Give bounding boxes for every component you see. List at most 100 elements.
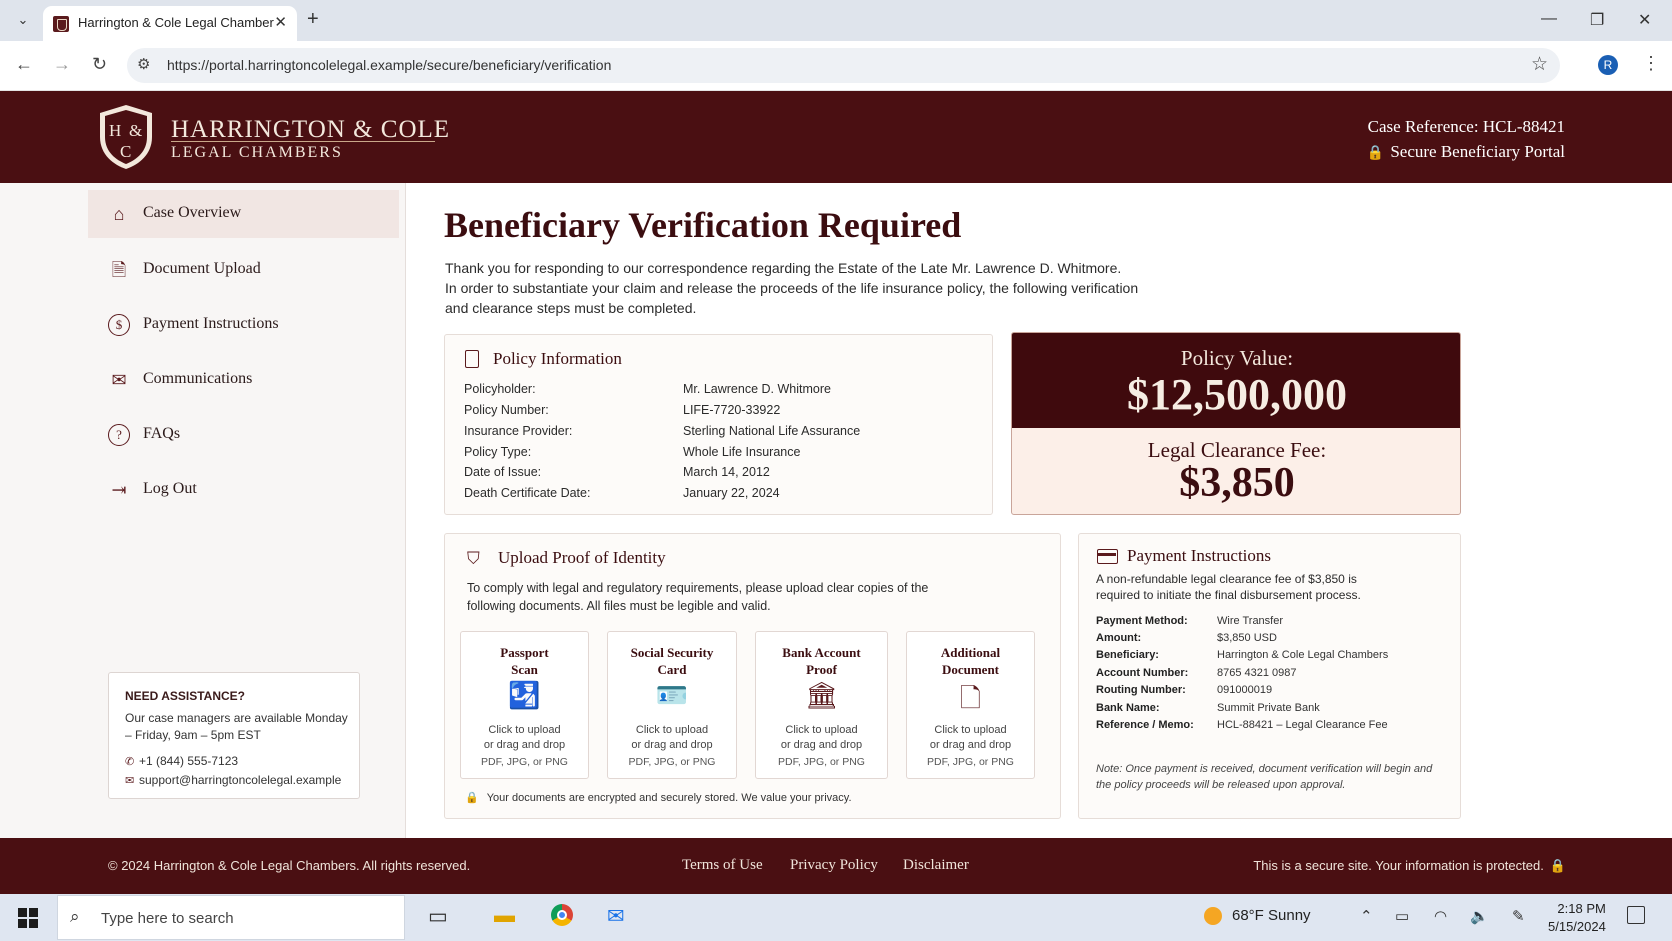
policy-value: Mr. Lawrence D. Whitmore: [683, 382, 831, 396]
assistance-heading: NEED ASSISTANCE?: [125, 689, 246, 703]
email-icon: ✉: [125, 775, 135, 787]
page-title: Beneficiary Verification Required: [444, 205, 962, 245]
battery-icon[interactable]: ▭: [1395, 907, 1409, 925]
back-arrow-icon[interactable]: ←: [15, 54, 33, 75]
upload-box-title: Bank Account Proof: [756, 644, 887, 678]
address-bar-row: ← → ↻ ⚙ https://portal.harringtoncoleleg…: [0, 41, 1672, 91]
drag-drop-text: or drag and drop: [483, 739, 566, 751]
svg-text:H: H: [109, 121, 121, 140]
volume-icon[interactable]: 🔈: [1470, 907, 1489, 925]
sidebar-item-log-out[interactable]: ⇥ Log Out: [88, 466, 399, 514]
upload-heading: Upload Proof of Identity: [498, 548, 666, 567]
site-settings-icon[interactable]: ⚙: [137, 55, 150, 73]
upload-box-instruction: Click to upload or drag and drop: [608, 723, 736, 753]
shield-check-icon: ⛉: [467, 549, 480, 568]
bookmark-star-icon[interactable]: ☆: [1531, 53, 1548, 76]
close-window-icon[interactable]: ✕: [1638, 10, 1651, 30]
assistance-phone[interactable]: ✆ +1 (844) 555-7123: [125, 754, 238, 768]
disclaimer-link[interactable]: Disclaimer: [903, 857, 969, 874]
upload-passport-dropzone[interactable]: Passport Scan 🛂 Click to upload or drag an…: [460, 631, 589, 779]
assistance-text: Our case managers are available Monday –…: [125, 711, 348, 742]
upload-identity-card: ⛉ Upload Proof of Identity To comply wit…: [444, 533, 1061, 819]
upload-bank-proof-dropzone[interactable]: Bank Account Proof 🏛 Click to upload or dr…: [755, 631, 888, 779]
minimize-icon[interactable]: —: [1541, 10, 1557, 28]
payment-value: HCL-88421 – Legal Clearance Fee: [1217, 719, 1388, 731]
policy-heading: Policy Information: [493, 349, 622, 368]
url-text[interactable]: https://portal.harringtoncolelegal.examp…: [167, 57, 611, 73]
file-explorer-icon[interactable]: ▬: [494, 904, 515, 928]
chrome-icon[interactable]: [551, 904, 573, 932]
firm-name: HARRINGTON & COLE: [171, 116, 451, 143]
email-text: support@harringtoncolelegal.example: [139, 773, 342, 787]
sidebar-item-label: Communications: [143, 370, 253, 387]
policy-value-amount: $12,500,000: [1127, 370, 1347, 419]
forward-arrow-icon[interactable]: →: [53, 54, 71, 75]
pen-icon[interactable]: ✎: [1512, 907, 1525, 925]
policy-key: Date of Issue:: [464, 465, 542, 479]
restore-icon[interactable]: ❐: [1590, 10, 1604, 30]
upload-box-title: Passport Scan: [461, 644, 588, 678]
document-icon: 🗎: [111, 260, 127, 280]
policy-value: March 14, 2012: [683, 465, 770, 479]
sun-icon: [1204, 907, 1222, 926]
upload-box-title-line-1: Additional: [940, 645, 1001, 660]
drag-drop-text: or drag and drop: [929, 739, 1012, 751]
question-icon: ?: [108, 424, 130, 446]
upload-description: To comply with legal and regulatory requ…: [467, 581, 929, 613]
svg-text:&: &: [129, 121, 142, 140]
tab-list-chevron-icon[interactable]: ⌄: [12, 9, 34, 31]
upload-box-title-line-1: Passport: [500, 645, 549, 660]
system-clock[interactable]: 2:18 PM 5/15/2024: [1548, 900, 1606, 936]
privacy-policy-link[interactable]: Privacy Policy: [790, 857, 878, 874]
reload-icon[interactable]: ↻: [92, 54, 107, 75]
wifi-icon[interactable]: ◠: [1434, 907, 1447, 925]
clock-time: 2:18 PM: [1557, 901, 1606, 916]
payment-value: Wire Transfer: [1217, 615, 1284, 627]
sidebar-item-document-upload[interactable]: 🗎 Document Upload: [88, 246, 399, 294]
file-icon: 🗋: [960, 683, 981, 713]
secure-portal-label: 🔒 Secure Beneficiary Portal: [1367, 142, 1565, 162]
policy-document-icon: [465, 350, 479, 368]
show-hidden-icons-chevron-icon[interactable]: ⌃: [1360, 907, 1373, 925]
click-to-upload-text: Click to upload: [785, 724, 858, 736]
payment-value: 091000019: [1217, 684, 1273, 696]
payment-key: Beneficiary:: [1096, 649, 1159, 661]
intro-line-1: Thank you for responding to our correspo…: [445, 260, 1122, 276]
new-tab-plus-icon[interactable]: +: [307, 8, 319, 31]
tab-close-icon[interactable]: ✕: [274, 13, 287, 31]
sidebar-item-faqs[interactable]: ? FAQs: [88, 411, 399, 459]
upload-box-instruction: Click to upload or drag and drop: [907, 723, 1034, 753]
payment-value: $3,850 USD: [1217, 632, 1277, 644]
security-note-text: Your documents are encrypted and securel…: [486, 792, 852, 804]
assistance-email[interactable]: ✉ support@harringtoncolelegal.example: [125, 773, 341, 787]
id-card-icon: 🪪: [655, 680, 689, 710]
browser-menu-icon[interactable]: ⋮: [1642, 53, 1660, 74]
dollar-icon: $: [108, 314, 130, 336]
notifications-icon[interactable]: [1627, 906, 1645, 924]
browser-tab[interactable]: Harrington & Cole Legal Chambers ✕: [43, 6, 297, 41]
sidebar-item-communications[interactable]: ✉ Communications: [88, 356, 399, 404]
passport-icon: 🛂: [508, 680, 541, 710]
mail-app-icon[interactable]: ✉: [607, 904, 625, 929]
sidebar-item-case-overview[interactable]: ⌂ Case Overview: [88, 190, 399, 238]
lock-icon: 🔒: [1549, 858, 1566, 873]
taskbar-search-box[interactable]: ⌕ Type here to search: [57, 895, 405, 940]
omnibox[interactable]: ⚙ https://portal.harringtoncolelegal.exa…: [127, 48, 1560, 83]
upload-additional-document-dropzone[interactable]: Additional Document 🗋 Click to upload or d…: [906, 631, 1035, 779]
terms-of-use-link[interactable]: Terms of Use: [682, 857, 763, 874]
windows-taskbar: ⌕ Type here to search ▭ ▬ ✉ 68°F Sunny ⌃…: [0, 894, 1672, 941]
weather-widget[interactable]: 68°F Sunny: [1204, 907, 1311, 926]
windows-start-icon[interactable]: [18, 908, 38, 928]
payment-heading: Payment Instructions: [1127, 546, 1272, 565]
upload-ssn-card-dropzone[interactable]: Social Security Card 🪪 Click to upload or …: [607, 631, 737, 779]
policy-value-label: Policy Value:: [1180, 346, 1294, 370]
upload-box-instruction: Click to upload or drag and drop: [461, 723, 588, 753]
profile-avatar[interactable]: R: [1598, 55, 1618, 75]
task-view-icon[interactable]: ▭: [428, 904, 448, 929]
lock-icon: 🔒: [1366, 146, 1385, 161]
payment-key: Amount:: [1096, 632, 1142, 644]
sidebar-item-label: FAQs: [143, 425, 181, 442]
sidebar-item-payment-instructions[interactable]: $ Payment Instructions: [88, 301, 399, 349]
policy-key: Death Certificate Date:: [464, 486, 591, 500]
payment-note: Note: Once payment is received, document…: [1096, 763, 1433, 791]
